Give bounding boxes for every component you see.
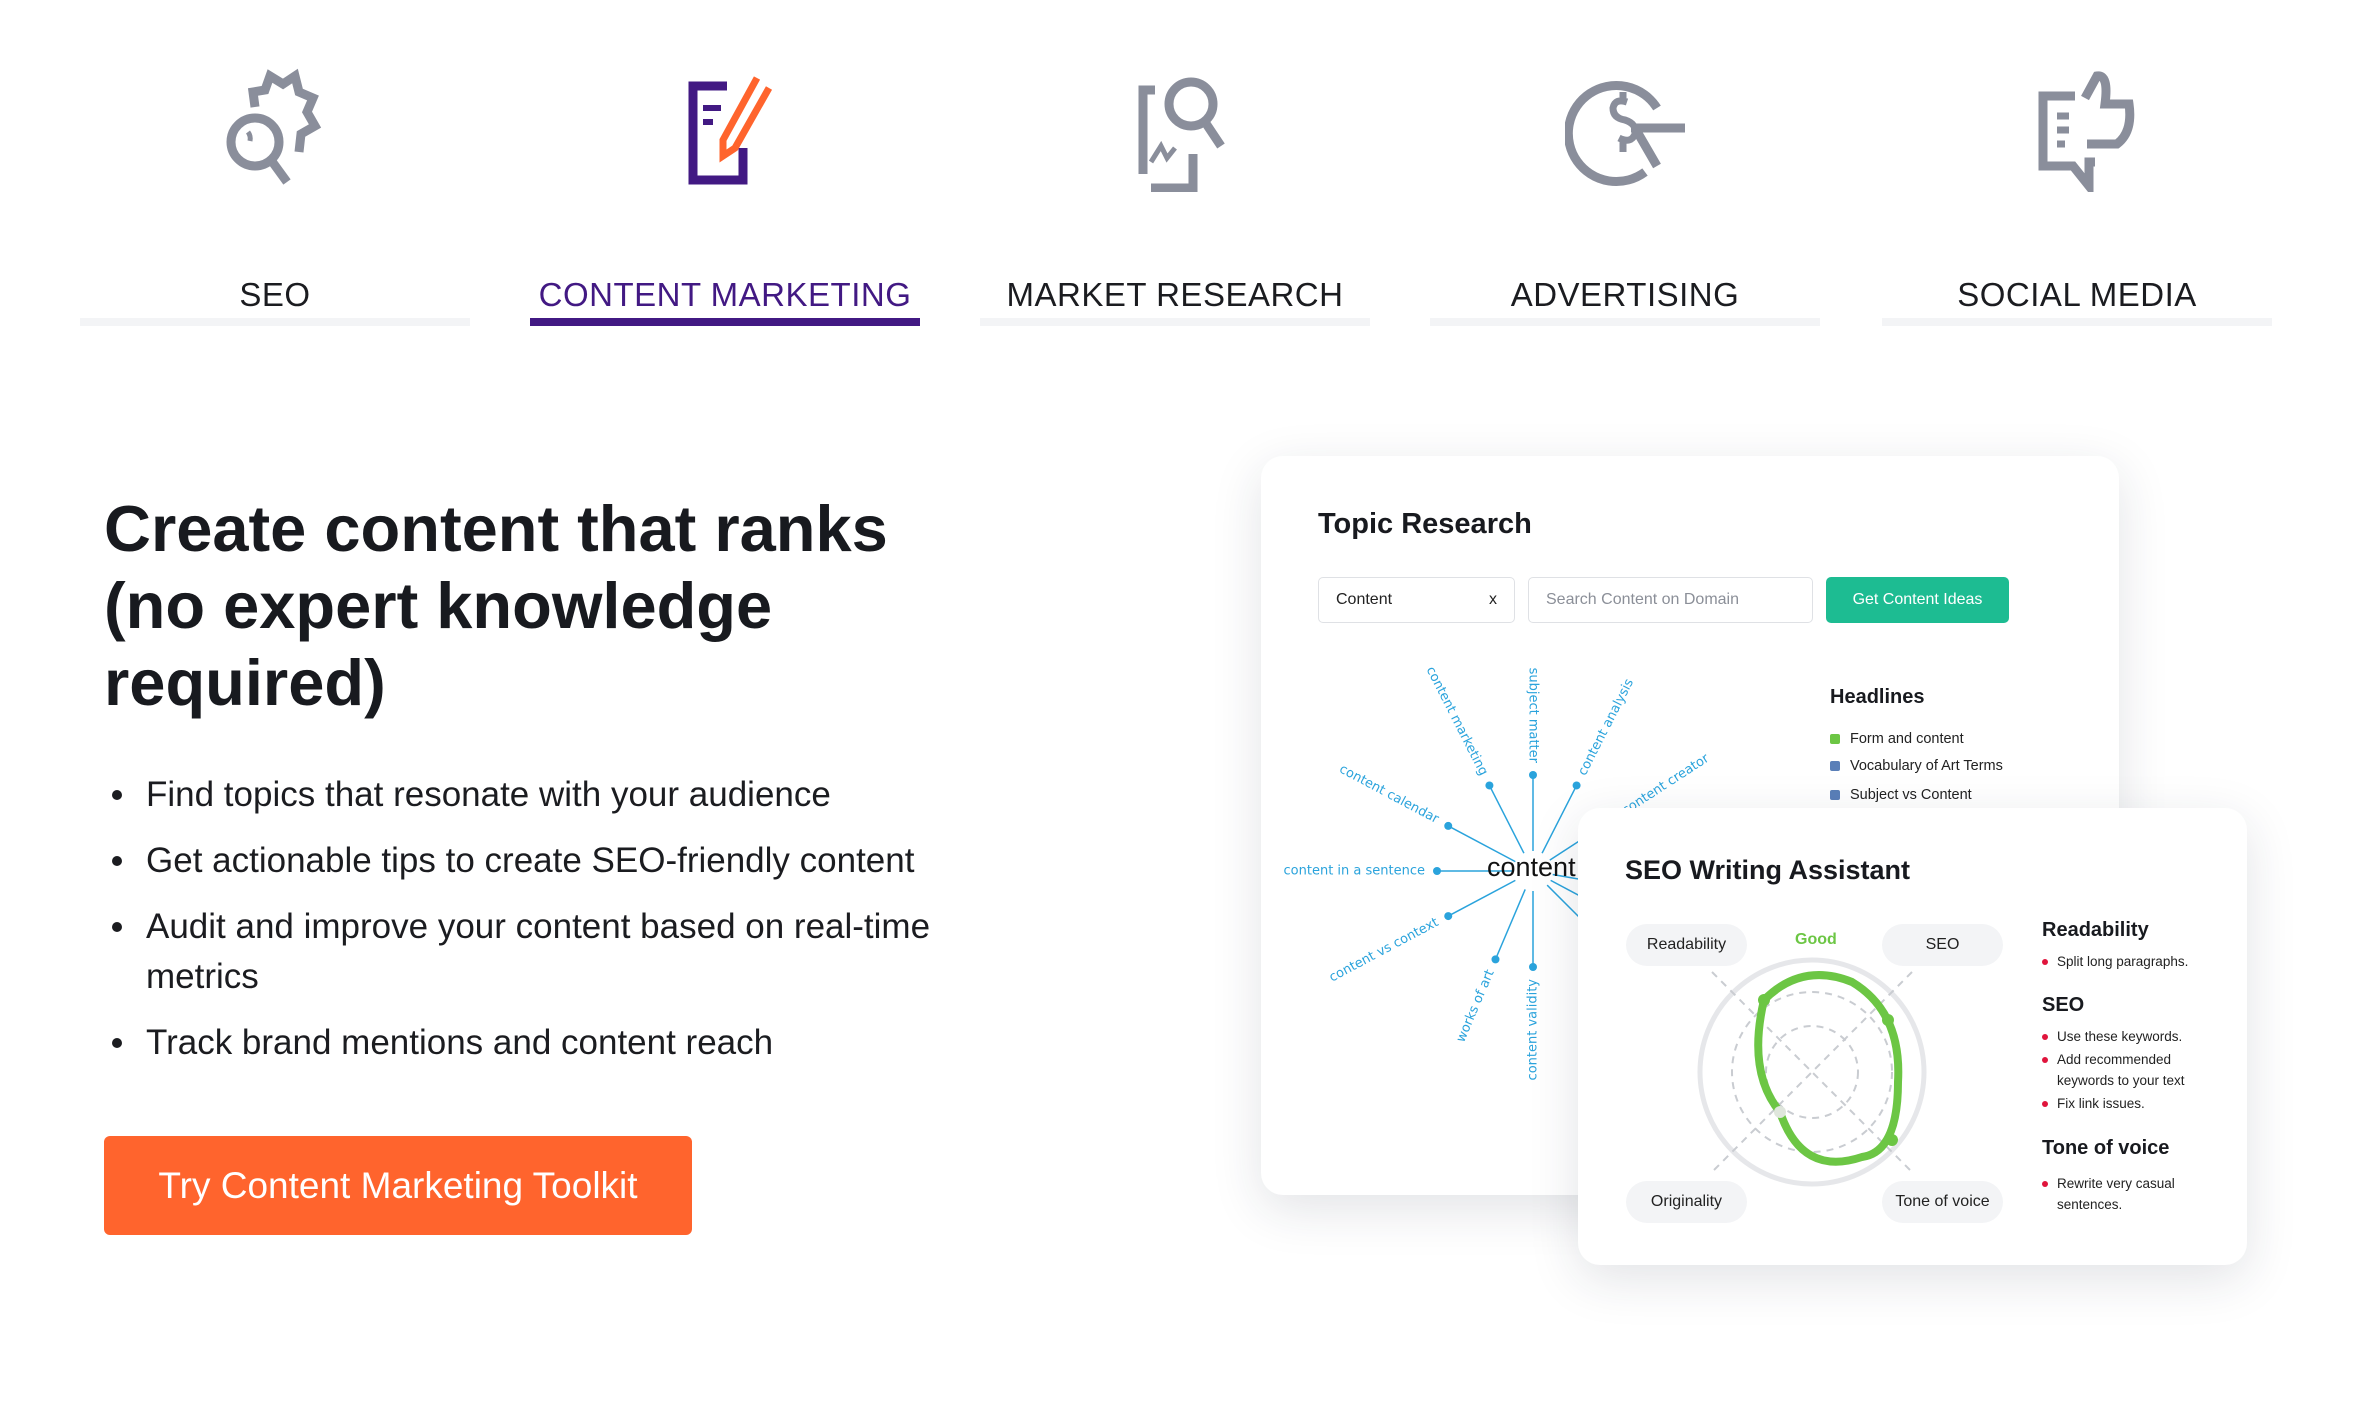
dollar-cursor-icon (1565, 81, 1685, 186)
section-title: SEO (2042, 994, 2085, 1016)
tip-item: Fix link issues. (2042, 1093, 2242, 1114)
tip-item: Add recommended keywords to your text (2042, 1049, 2217, 1091)
list-item-text: Find topics that resonate with your audi… (146, 775, 831, 814)
ray-label[interactable]: content validity (1526, 979, 1541, 1081)
ray-dot (1529, 963, 1537, 971)
headline-item[interactable]: Subject vs Content (1830, 787, 1972, 803)
list-item-text: Audit and improve your content based on … (146, 907, 931, 996)
headline-text: Subject vs Content (1850, 787, 1972, 803)
tip-text: Use these keywords. (2057, 1029, 2183, 1044)
feature-list: Find topics that resonate with your audi… (104, 770, 1004, 1084)
tab-label: SEO (239, 276, 311, 313)
score-shape (1754, 971, 1903, 1166)
radar-grid (1731, 991, 1893, 1153)
ray-dot (1433, 867, 1441, 875)
score-point (1758, 994, 1770, 1006)
headline-text: Vocabulary of Art Terms (1850, 758, 2003, 774)
tab-label: ADVERTISING (1510, 276, 1740, 313)
card-title: SEO Writing Assistant (1625, 855, 1911, 885)
tab-indicator (980, 318, 1370, 326)
bullet-icon (2042, 1057, 2048, 1063)
gear-magnifier-icon (226, 68, 322, 185)
ray-label[interactable]: subject matter (1526, 668, 1541, 764)
ray-line (1488, 785, 1525, 854)
bullet-icon (112, 790, 122, 800)
axis-originality: Originality (1626, 1181, 1747, 1223)
try-toolkit-button[interactable]: Try Content Marketing Toolkit (104, 1136, 692, 1235)
tab-label: SOCIAL MEDIA (1957, 276, 2197, 313)
ray-dot (1529, 771, 1537, 779)
tab-indicator (80, 318, 470, 326)
ray-dot (1444, 821, 1453, 830)
ray-line (1494, 889, 1526, 960)
tip-text: Fix link issues. (2057, 1096, 2145, 1111)
score-point (1882, 1014, 1894, 1026)
bullet-icon (112, 922, 122, 932)
section-title: Readability (2042, 919, 2149, 941)
headlines-title: Headlines (1830, 686, 1925, 708)
tab-content-marketing[interactable]: CONTENT MARKETING (530, 50, 920, 326)
score-label: Good (1795, 931, 1837, 948)
bullet-icon (2042, 1101, 2048, 1107)
score-point (1774, 1106, 1786, 1118)
document-pencil-icon (688, 76, 773, 185)
bullet-icon (112, 856, 122, 866)
tab-indicator (1430, 318, 1820, 326)
score-point (1886, 1134, 1898, 1146)
bullet-icon (2042, 959, 2048, 965)
tip-text: Rewrite very casual sentences. (2057, 1176, 2175, 1212)
tip-item: Rewrite very casual sentences. (2042, 1173, 2212, 1215)
tip-item: Split long paragraphs. (2042, 951, 2242, 972)
ray-dot (1491, 955, 1500, 964)
ray-label[interactable]: content vs context (1327, 915, 1441, 985)
list-item: Get actionable tips to create SEO-friend… (104, 836, 1004, 886)
ray-dot (1572, 781, 1581, 790)
headline-icon (1830, 734, 1840, 744)
list-item-text: Get actionable tips to create SEO-friend… (146, 841, 915, 880)
list-item-text: Track brand mentions and content reach (146, 1023, 774, 1062)
axis-seo: SEO (1882, 924, 2003, 966)
tab-social-media[interactable]: SOCIAL MEDIA (1882, 50, 2272, 326)
chat-thumbs-up-icon (2038, 71, 2135, 192)
tab-market-research[interactable]: MARKET RESEARCH (980, 50, 1370, 326)
ray-label[interactable]: works of art (1454, 967, 1498, 1044)
section-title: Tone of voice (2042, 1137, 2170, 1159)
tab-advertising[interactable]: ADVERTISING (1430, 50, 1820, 326)
ray-label[interactable]: content marketing (1423, 664, 1491, 778)
axis-readability: Readability (1626, 924, 1747, 966)
ray-label[interactable]: content analysis (1575, 676, 1637, 778)
list-item: Find topics that resonate with your audi… (104, 770, 1004, 820)
headline-text: Form and content (1850, 731, 1964, 747)
bullet-icon (2042, 1034, 2048, 1040)
chart-magnifier-icon (1138, 77, 1225, 192)
headline-item[interactable]: Vocabulary of Art Terms (1830, 758, 2003, 774)
bullet-icon (112, 1038, 122, 1048)
headline-item[interactable]: Form and content (1830, 731, 1964, 747)
tip-item: Use these keywords. (2042, 1026, 2242, 1047)
ray-label[interactable]: content in a sentence (1284, 864, 1425, 879)
center-topic: content (1487, 852, 1576, 882)
page-title: Create content that ranks (no expert kno… (104, 492, 888, 719)
tab-label: CONTENT MARKETING (538, 276, 912, 313)
tip-text: Split long paragraphs. (2057, 954, 2189, 969)
axis-tone-of-voice: Tone of voice (1882, 1181, 2003, 1223)
ray-dot (1444, 912, 1453, 921)
list-item: Audit and improve your content based on … (104, 902, 1004, 1002)
headline-icon (1830, 790, 1840, 800)
tab-label: MARKET RESEARCH (1006, 276, 1344, 313)
ray-dot (1485, 781, 1494, 790)
ray-label[interactable]: content calendar (1337, 762, 1442, 827)
bullet-icon (2042, 1181, 2048, 1187)
headline-icon (1830, 761, 1840, 771)
tip-text: Add recommended keywords to your text (2057, 1052, 2185, 1088)
ray-line (1447, 879, 1516, 917)
list-item: Track brand mentions and content reach (104, 1018, 1004, 1068)
tab-seo[interactable]: SEO (80, 50, 470, 326)
tab-indicator (1882, 318, 2272, 326)
seo-writing-assistant-card: SEO Writing Assistant Readability SEO Or… (1578, 808, 2247, 1265)
tab-indicator (530, 318, 920, 326)
ray-line (1541, 785, 1578, 854)
